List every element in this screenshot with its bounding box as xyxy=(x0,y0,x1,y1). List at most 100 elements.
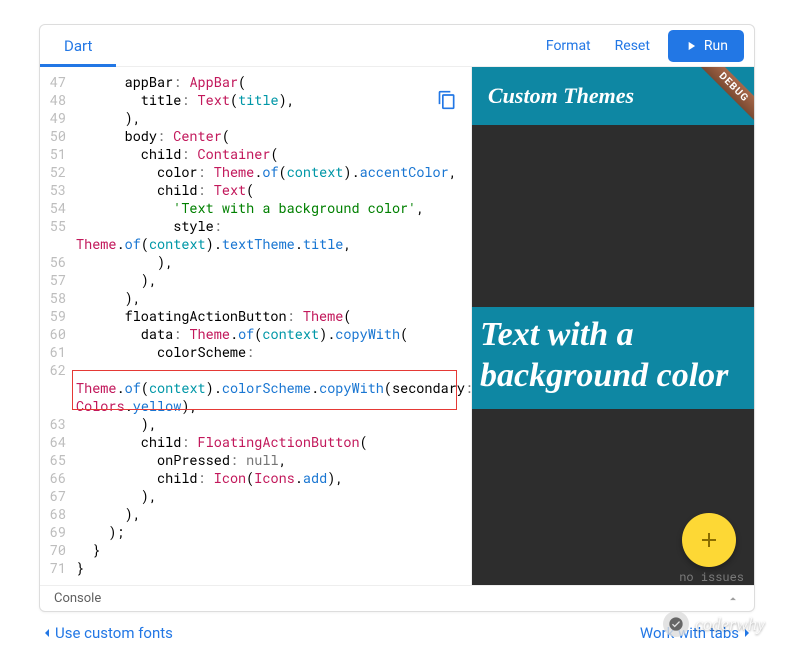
code-line: 58 ), xyxy=(40,289,471,307)
code-line: 62 xyxy=(40,361,471,379)
watermark-text: coderwhy xyxy=(695,614,765,635)
line-content: Theme.of(context).colorScheme.copyWith(s… xyxy=(76,379,472,397)
line-number xyxy=(40,379,76,397)
code-line: 53 child: Text( xyxy=(40,181,471,199)
copy-icon[interactable] xyxy=(437,89,457,111)
line-number: 47 xyxy=(40,73,76,91)
line-content: Theme.of(context).textTheme.title, xyxy=(76,235,471,253)
line-number: 48 xyxy=(40,91,76,109)
code-line: 68 ), xyxy=(40,505,471,523)
code-line: 66 child: Icon(Icons.add), xyxy=(40,469,471,487)
line-number: 63 xyxy=(40,415,76,433)
code-line: 67 ), xyxy=(40,487,471,505)
line-number: 56 xyxy=(40,253,76,271)
line-number: 58 xyxy=(40,289,76,307)
line-content: ), xyxy=(76,109,471,127)
line-number: 59 xyxy=(40,307,76,325)
line-number: 49 xyxy=(40,109,76,127)
code-line: 57 ), xyxy=(40,271,471,289)
play-icon xyxy=(684,39,698,53)
line-content: data: Theme.of(context).copyWith( xyxy=(76,325,471,343)
code-line: Theme.of(context).textTheme.title, xyxy=(40,235,471,253)
preview-pane: Custom Themes DEBUG Text with a backgrou… xyxy=(472,67,754,585)
line-content: color: Theme.of(context).accentColor, xyxy=(76,163,471,181)
line-content: body: Center( xyxy=(76,127,471,145)
run-button[interactable]: Run xyxy=(668,30,744,62)
code-line: 70 } xyxy=(40,541,471,559)
code-line: 47 appBar: AppBar( xyxy=(40,73,471,91)
line-number: 52 xyxy=(40,163,76,181)
line-number: 53 xyxy=(40,181,76,199)
tab-dart[interactable]: Dart xyxy=(40,25,116,67)
line-content: colorScheme: xyxy=(76,343,471,361)
toolbar: Dart Format Reset Run xyxy=(40,25,754,67)
line-number: 68 xyxy=(40,505,76,523)
line-content: child: FloatingActionButton( xyxy=(76,433,471,451)
line-number xyxy=(40,235,76,253)
line-number xyxy=(40,397,76,415)
code-line: 54 'Text with a background color', xyxy=(40,199,471,217)
code-line: 64 child: FloatingActionButton( xyxy=(40,433,471,451)
line-content: } xyxy=(76,541,471,559)
line-content: floatingActionButton: Theme( xyxy=(76,307,471,325)
code-line: 48 title: Text(title), xyxy=(40,91,471,109)
fab-button[interactable] xyxy=(682,513,736,567)
console-label: Console xyxy=(54,591,101,606)
add-icon xyxy=(697,528,721,552)
line-number: 54 xyxy=(40,199,76,217)
line-content: style: xyxy=(76,217,471,235)
reset-button[interactable]: Reset xyxy=(603,30,662,62)
code-line: 71} xyxy=(40,559,471,577)
watermark: coderwhy xyxy=(663,611,765,637)
line-number: 67 xyxy=(40,487,76,505)
line-number: 55 xyxy=(40,217,76,235)
line-number: 66 xyxy=(40,469,76,487)
code-line: 50 body: Center( xyxy=(40,127,471,145)
split-pane: 47 appBar: AppBar(48 title: Text(title),… xyxy=(40,67,754,585)
code-line: 60 data: Theme.of(context).copyWith( xyxy=(40,325,471,343)
line-content: ), xyxy=(76,289,471,307)
code-line: 56 ), xyxy=(40,253,471,271)
line-content: child: Text( xyxy=(76,181,471,199)
line-number: 51 xyxy=(40,145,76,163)
line-content: Colors.yellow), xyxy=(76,397,471,415)
line-content xyxy=(76,361,471,379)
line-content: 'Text with a background color', xyxy=(76,199,471,217)
code-editor[interactable]: 47 appBar: AppBar(48 title: Text(title),… xyxy=(40,67,472,585)
bottom-nav: Use custom fonts Work with tabs xyxy=(39,624,755,642)
line-content: appBar: AppBar( xyxy=(76,73,471,91)
prev-link[interactable]: Use custom fonts xyxy=(55,624,173,642)
console-bar[interactable]: Console xyxy=(40,585,754,611)
line-content: ), xyxy=(76,253,471,271)
code-line: 55 style: xyxy=(40,217,471,235)
line-content: } xyxy=(76,559,471,577)
line-number: 60 xyxy=(40,325,76,343)
line-content: ), xyxy=(76,487,471,505)
line-content: title: Text(title), xyxy=(76,91,471,109)
code-line: 49 ), xyxy=(40,109,471,127)
line-number: 65 xyxy=(40,451,76,469)
code-line: 69 ); xyxy=(40,523,471,541)
line-content: ), xyxy=(76,271,471,289)
line-content: onPressed: null, xyxy=(76,451,471,469)
code-line: 51 child: Container( xyxy=(40,145,471,163)
code-line: Colors.yellow), xyxy=(40,397,471,415)
line-number: 64 xyxy=(40,433,76,451)
code-line: 63 ), xyxy=(40,415,471,433)
run-label: Run xyxy=(704,38,728,54)
appbar-title: Custom Themes xyxy=(488,83,634,109)
line-content: child: Container( xyxy=(76,145,471,163)
line-number: 62 xyxy=(40,361,76,379)
line-content: ), xyxy=(76,415,471,433)
line-content: child: Icon(Icons.add), xyxy=(76,469,471,487)
no-issues-label: no issues xyxy=(679,569,744,585)
code-line: Theme.of(context).colorScheme.copyWith(s… xyxy=(40,379,471,397)
code-line: 61 colorScheme: xyxy=(40,343,471,361)
watermark-icon xyxy=(663,611,689,637)
line-number: 57 xyxy=(40,271,76,289)
line-number: 50 xyxy=(40,127,76,145)
line-number: 61 xyxy=(40,343,76,361)
preview-body-text: Text with a background color xyxy=(472,307,754,409)
format-button[interactable]: Format xyxy=(534,30,603,62)
dartpad-panel: Dart Format Reset Run 47 appBar: AppBar(… xyxy=(39,24,755,612)
